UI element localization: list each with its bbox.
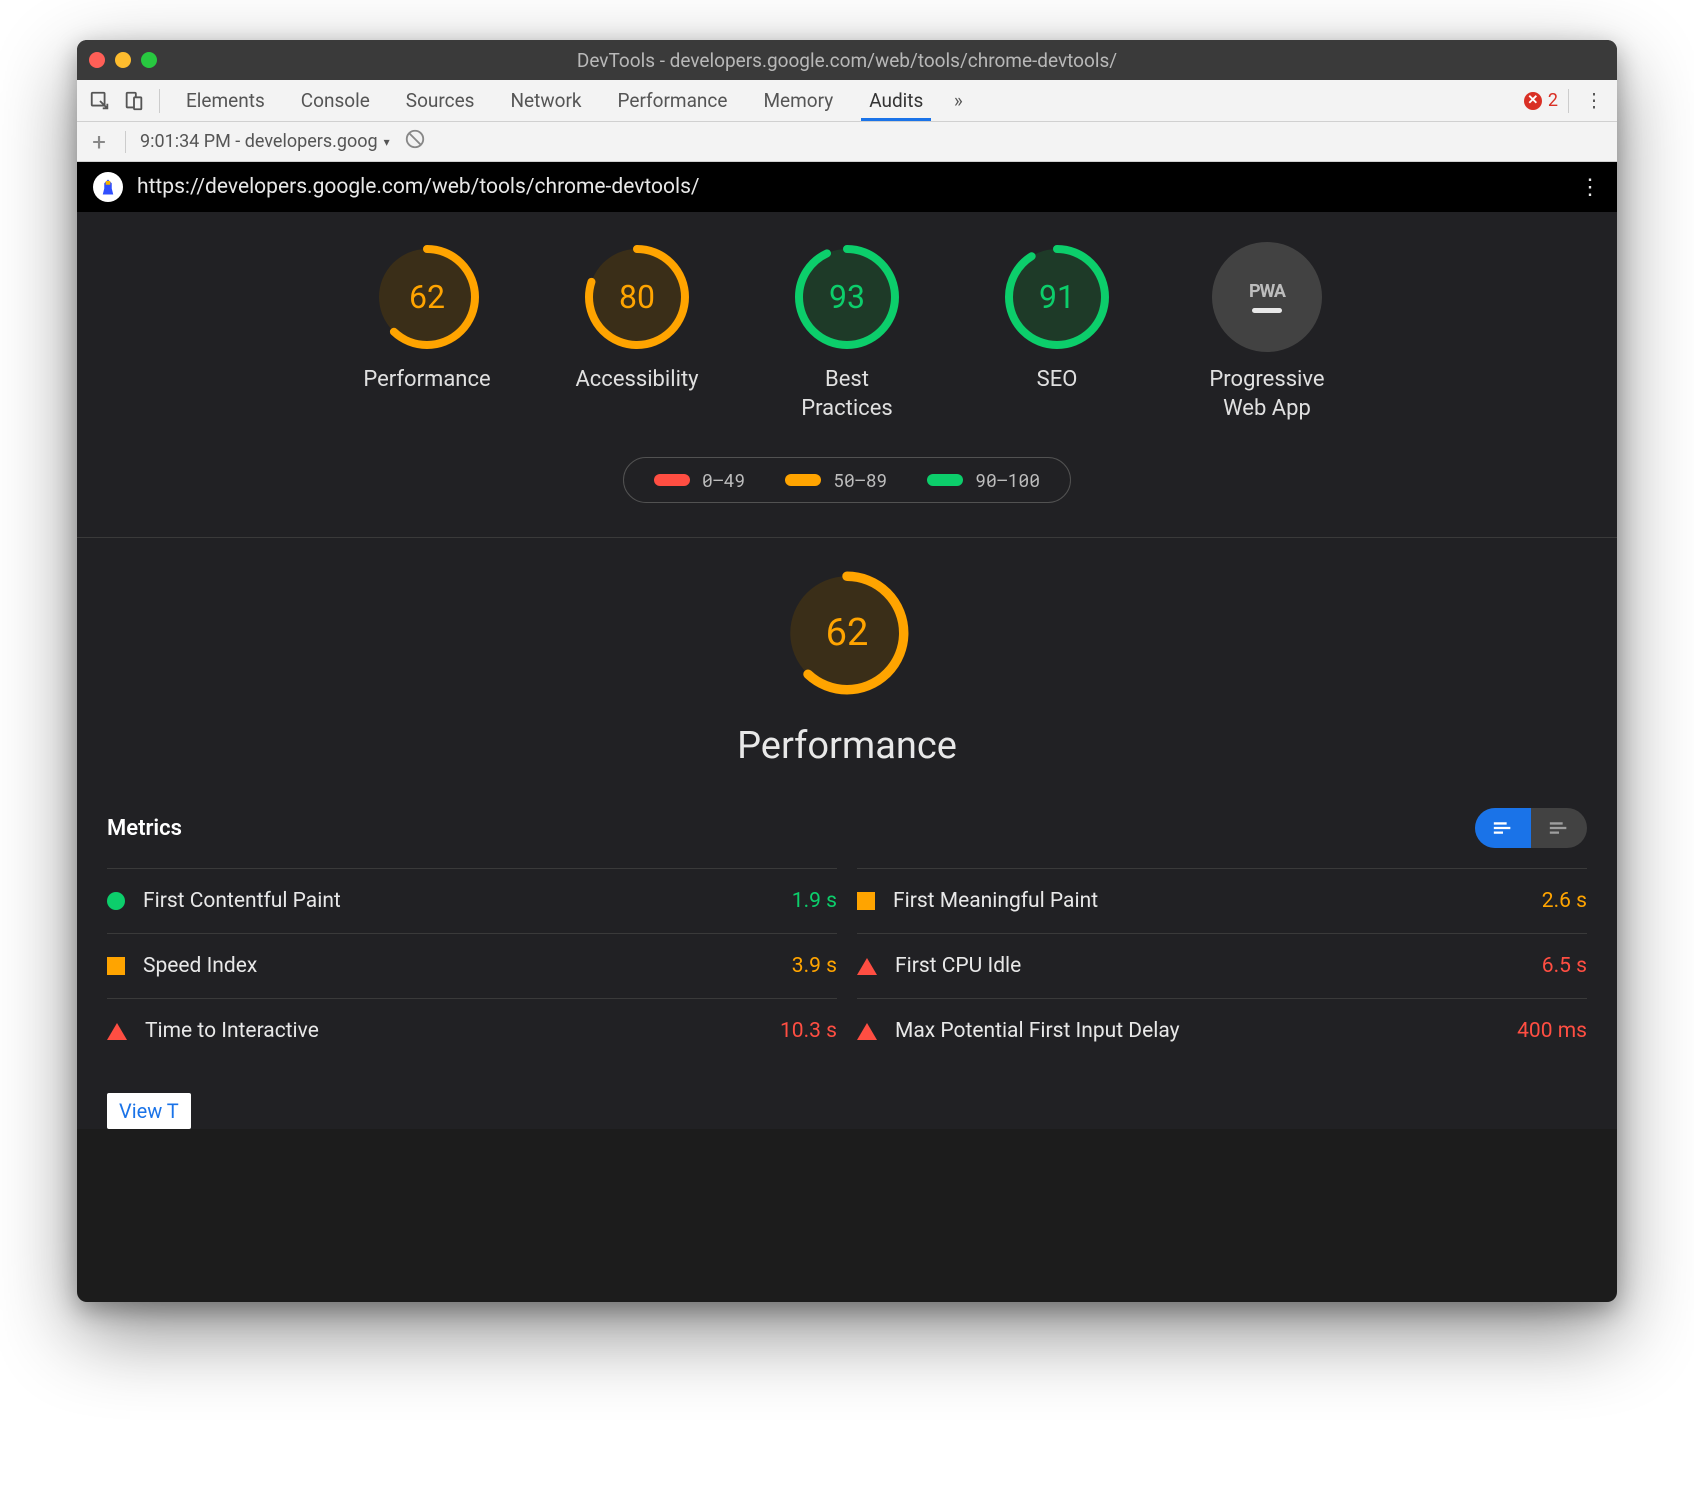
legend-average: 50–89 <box>785 468 887 492</box>
metric-status-icon <box>857 1023 877 1040</box>
metric-value: 2.6 s <box>1542 889 1587 913</box>
metrics-heading: Metrics <box>107 816 182 841</box>
metric-row[interactable]: First Contentful Paint 1.9 s <box>107 868 837 933</box>
metric-label: First Contentful Paint <box>143 889 792 913</box>
divider <box>125 131 126 153</box>
maximize-window-button[interactable] <box>141 52 157 68</box>
new-audit-button[interactable]: + <box>87 128 111 156</box>
metric-row[interactable]: First Meaningful Paint 2.6 s <box>857 868 1587 933</box>
gauge-arc: 80 <box>582 242 692 352</box>
device-toolbar-icon[interactable] <box>119 86 149 116</box>
gauge-accessibility[interactable]: 80 Accessibility <box>557 242 717 423</box>
gauge-best-practices[interactable]: 93 BestPractices <box>767 242 927 423</box>
view-trace-button[interactable]: View T <box>107 1093 191 1129</box>
audits-subbar: + 9:01:34 PM - developers.goog <box>77 122 1617 162</box>
metric-value: 400 ms <box>1517 1019 1587 1043</box>
report-menu-icon[interactable]: ⋮ <box>1579 175 1601 200</box>
legend-fail: 0–49 <box>654 468 745 492</box>
inspect-element-icon[interactable] <box>85 86 115 116</box>
metric-label: First CPU Idle <box>895 954 1542 978</box>
metric-label: Speed Index <box>143 954 792 978</box>
tab-network[interactable]: Network <box>494 80 597 121</box>
metric-row[interactable]: Time to Interactive 10.3 s <box>107 998 837 1063</box>
tab-elements[interactable]: Elements <box>170 80 281 121</box>
metric-status-icon <box>107 957 125 975</box>
metric-label: Max Potential First Input Delay <box>895 1019 1517 1043</box>
tab-sources[interactable]: Sources <box>390 80 491 121</box>
tab-audits[interactable]: Audits <box>853 80 939 121</box>
window-title: DevTools - developers.google.com/web/too… <box>77 49 1617 72</box>
divider <box>1568 89 1569 113</box>
metrics-view-compact[interactable] <box>1475 808 1531 848</box>
audit-run-label: 9:01:34 PM - developers.goog <box>140 131 378 152</box>
gauge-arc: 93 <box>792 242 902 352</box>
gauge-arc: 62 <box>372 242 482 352</box>
gauge-label: SEO <box>1037 366 1078 395</box>
error-count-value: 2 <box>1548 90 1558 111</box>
metric-status-icon <box>857 892 875 910</box>
tab-memory[interactable]: Memory <box>747 80 849 121</box>
devtools-window: DevTools - developers.google.com/web/too… <box>77 40 1617 1302</box>
report-url: https://developers.google.com/web/tools/… <box>137 175 1565 199</box>
metric-row[interactable]: Speed Index 3.9 s <box>107 933 837 998</box>
metric-status-icon <box>107 1023 127 1040</box>
divider <box>159 89 160 113</box>
settings-kebab-icon[interactable]: ⋮ <box>1579 86 1609 116</box>
lighthouse-icon <box>93 172 123 202</box>
tab-performance[interactable]: Performance <box>602 80 744 121</box>
performance-title: Performance <box>77 724 1617 768</box>
gauge-arc: 91 <box>1002 242 1112 352</box>
legend-pass: 90–100 <box>927 468 1040 492</box>
metrics-view-toggle[interactable] <box>1475 808 1587 848</box>
titlebar: DevTools - developers.google.com/web/too… <box>77 40 1617 80</box>
metric-value: 6.5 s <box>1542 954 1587 978</box>
metrics-table: First Contentful Paint 1.9 s First Meani… <box>77 868 1617 1083</box>
score-legend: 0–49 50–89 90–100 <box>77 457 1617 503</box>
gauge-seo[interactable]: 91 SEO <box>977 242 1137 423</box>
gauge-label: Accessibility <box>575 366 698 395</box>
metric-status-icon <box>857 958 877 975</box>
error-badge-icon: ✕ <box>1524 92 1542 110</box>
gauge-label: BestPractices <box>801 366 892 423</box>
performance-section: 62 Performance Metrics First Contentful … <box>77 538 1617 1129</box>
metric-label: First Meaningful Paint <box>893 889 1542 913</box>
pwa-badge-icon: PWA <box>1212 242 1322 352</box>
gauge-progressive-web-app[interactable]: PWA Progressive Web App <box>1187 242 1347 423</box>
audit-run-dropdown[interactable]: 9:01:34 PM - developers.goog <box>140 131 390 152</box>
report-urlbar: https://developers.google.com/web/tools/… <box>77 162 1617 212</box>
metrics-view-detailed[interactable] <box>1531 808 1587 848</box>
metric-label: Time to Interactive <box>145 1019 780 1043</box>
performance-big-gauge: 62 <box>782 568 912 698</box>
window-controls <box>89 52 157 68</box>
metric-value: 1.9 s <box>792 889 837 913</box>
tab-console[interactable]: Console <box>285 80 386 121</box>
lighthouse-report: 62 Performance 80 Accessibility 93 BestPrac… <box>77 212 1617 1129</box>
metric-value: 10.3 s <box>780 1019 837 1043</box>
close-window-button[interactable] <box>89 52 105 68</box>
metric-row[interactable]: First CPU Idle 6.5 s <box>857 933 1587 998</box>
devtools-tabstrip: ElementsConsoleSourcesNetworkPerformance… <box>77 80 1617 122</box>
metric-row[interactable]: Max Potential First Input Delay 400 ms <box>857 998 1587 1063</box>
metric-status-icon <box>107 892 125 910</box>
clear-icon[interactable] <box>404 128 426 155</box>
gauge-label: Progressive Web App <box>1209 366 1324 423</box>
minimize-window-button[interactable] <box>115 52 131 68</box>
score-gauges: 62 Performance 80 Accessibility 93 BestPrac… <box>77 212 1617 433</box>
gauge-label: Performance <box>363 366 490 395</box>
gauge-performance[interactable]: 62 Performance <box>347 242 507 423</box>
more-tabs-icon[interactable]: » <box>943 86 973 116</box>
error-count[interactable]: ✕ 2 <box>1524 90 1558 111</box>
metric-value: 3.9 s <box>792 954 837 978</box>
